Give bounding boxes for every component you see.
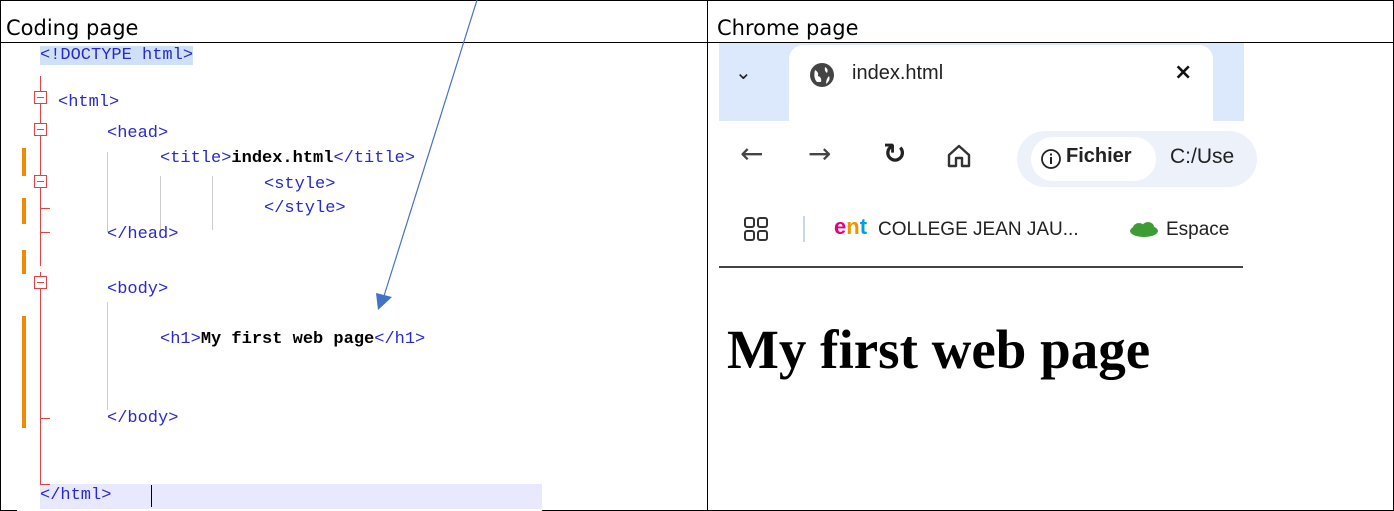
toolbar-divider	[719, 266, 1243, 268]
forward-icon[interactable]: →	[808, 137, 831, 170]
url-text: C:/Use	[1170, 145, 1235, 168]
tab-title: index.html	[852, 62, 944, 84]
page-heading: My first web page	[727, 319, 1151, 380]
close-icon[interactable]: ×	[1174, 60, 1192, 85]
bookmark-espace[interactable]: Espace	[1166, 219, 1244, 241]
bookmark-divider	[803, 216, 805, 242]
globe-icon	[810, 63, 834, 87]
home-icon[interactable]	[946, 143, 972, 169]
apps-icon[interactable]	[744, 217, 768, 241]
security-label: Fichier	[1066, 145, 1132, 167]
cloud-icon	[1130, 222, 1158, 237]
ent-logo-icon: ent	[834, 214, 868, 239]
chevron-down-icon[interactable]: ⌄	[735, 60, 752, 84]
reload-icon[interactable]: ↻	[883, 137, 906, 170]
info-icon	[1041, 149, 1061, 169]
bookmark-college[interactable]: COLLEGE JEAN JAU...	[878, 219, 1079, 241]
back-icon[interactable]: ←	[740, 137, 763, 170]
